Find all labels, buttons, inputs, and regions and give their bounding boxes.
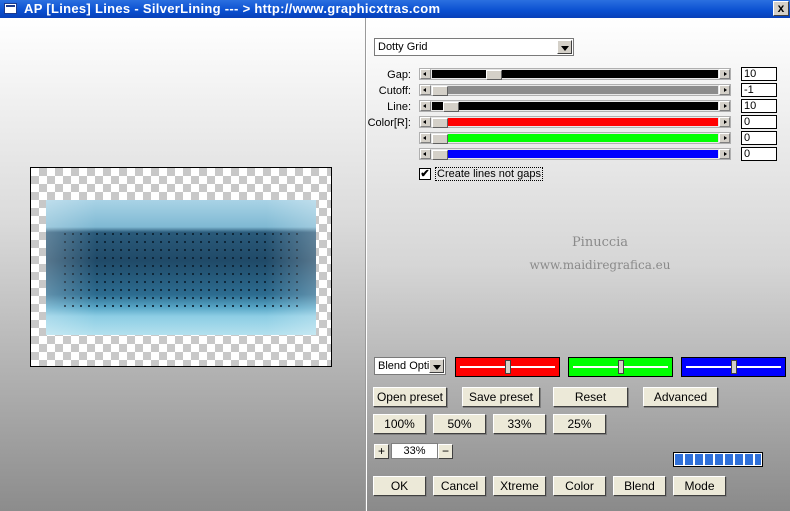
gap-slider-thumb[interactable] [486,70,502,80]
close-button[interactable]: x [773,1,789,16]
gap-slider-track[interactable] [432,70,718,80]
create-lines-label[interactable]: Create lines not gaps [435,167,543,181]
zoom-100-button[interactable]: 100% [373,414,426,434]
green-value-field[interactable]: 0 [741,131,777,145]
green-blend-knob[interactable] [618,360,624,374]
blue-blend-slider[interactable] [681,357,786,377]
zoom-50-button[interactable]: 50% [433,414,486,434]
arrow-left-icon[interactable] [420,101,431,111]
blend-options-value: Blend Opti [378,360,430,372]
green-slider-track[interactable] [432,134,718,144]
title-bar: AP [Lines] Lines - SilverLining --- > ht… [0,0,790,18]
reset-button[interactable]: Reset [553,387,628,407]
effect-dropdown[interactable]: Dotty Grid [374,38,574,56]
preview-image [30,167,332,367]
arrow-right-icon[interactable] [719,85,730,95]
advanced-button[interactable]: Advanced [643,387,718,407]
cutoff-slider-track[interactable] [432,86,718,96]
preview-left-highlight [46,200,96,335]
arrow-left-icon[interactable] [420,133,431,143]
create-lines-checkbox[interactable]: ✔ [419,168,431,180]
cancel-button[interactable]: Cancel [433,476,486,496]
gap-slider[interactable] [419,68,731,80]
progress-bar [673,452,763,467]
preview-dot-grid [61,230,301,310]
green-slider[interactable] [419,132,731,144]
red-blend-knob[interactable] [505,360,511,374]
green-blend-slider[interactable] [568,357,673,377]
cutoff-slider-thumb[interactable] [432,86,448,96]
arrow-right-icon[interactable] [719,149,730,159]
gap-label: Gap: [387,69,411,81]
line-label: Line: [387,101,411,113]
zoom-out-button[interactable]: − [438,444,453,459]
chevron-down-icon[interactable] [557,40,572,54]
xtreme-button[interactable]: Xtreme [493,476,546,496]
line-slider-track[interactable] [432,102,718,112]
watermark-name: Pinuccia [571,235,629,250]
cutoff-label: Cutoff: [378,85,411,97]
green-slider-thumb[interactable] [432,134,448,144]
zoom-in-button[interactable]: + [374,444,389,459]
zoom-level-field[interactable]: 33% [391,443,438,459]
window-icon[interactable] [4,3,17,14]
zoom-33-button[interactable]: 33% [493,414,546,434]
effect-dropdown-value: Dotty Grid [378,41,428,53]
arrow-left-icon[interactable] [420,149,431,159]
arrow-left-icon[interactable] [420,85,431,95]
red-slider[interactable] [419,116,731,128]
arrow-right-icon[interactable] [719,69,730,79]
line-slider[interactable] [419,100,731,112]
color-r-label: Color[R]: [367,117,411,129]
blue-slider-track[interactable] [432,150,718,160]
line-value-field[interactable]: 10 [741,99,777,113]
zoom-25-button[interactable]: 25% [553,414,606,434]
blue-slider-thumb[interactable] [432,150,448,160]
preview-panel [0,18,365,511]
line-slider-thumb[interactable] [443,102,459,112]
watermark-url: www.maidiregrafica.eu [529,258,671,272]
preview-right-highlight [266,200,316,335]
cutoff-value-field[interactable]: -1 [741,83,777,97]
blue-blend-knob[interactable] [731,360,737,374]
open-preset-button[interactable]: Open preset [373,387,447,407]
mode-button[interactable]: Mode [673,476,726,496]
red-slider-track[interactable] [432,118,718,128]
red-value-field[interactable]: 0 [741,115,777,129]
color-button[interactable]: Color [553,476,606,496]
blue-slider[interactable] [419,148,731,160]
red-blend-slider[interactable] [455,357,560,377]
cutoff-slider[interactable] [419,84,731,96]
blend-button[interactable]: Blend [613,476,666,496]
blue-value-field[interactable]: 0 [741,147,777,161]
ok-button[interactable]: OK [373,476,426,496]
arrow-right-icon[interactable] [719,117,730,127]
arrow-right-icon[interactable] [719,101,730,111]
red-slider-thumb[interactable] [432,118,448,128]
chevron-down-icon[interactable] [429,359,444,373]
progress-fill [675,454,761,465]
window-title: AP [Lines] Lines - SilverLining --- > ht… [24,1,441,16]
blend-options-dropdown[interactable]: Blend Opti [374,357,446,375]
arrow-left-icon[interactable] [420,117,431,127]
gap-value-field[interactable]: 10 [741,67,777,81]
save-preset-button[interactable]: Save preset [462,387,540,407]
arrow-right-icon[interactable] [719,133,730,143]
arrow-left-icon[interactable] [420,69,431,79]
